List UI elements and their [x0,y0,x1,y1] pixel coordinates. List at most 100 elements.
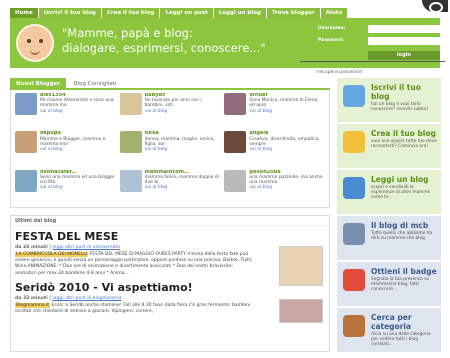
tab-nuovi-blogger[interactable]: Nuovi Blogger [10,78,66,88]
blog-desc: Sono Monica, mamma di Elena, ed apro [249,98,319,109]
sidebar-block-desc: hai un blog e vuoi farlo conoscere? iscr… [371,102,429,113]
badge-icon [343,269,365,291]
sidebar-block-desc: scopri e condividi le esperienze di altr… [371,185,431,201]
nav-leggi-blog[interactable]: Leggi un blog [213,8,266,18]
sidebar-block-title[interactable]: Leggi un blog [371,175,437,184]
sidebar-block-title[interactable]: Iscrivi il tuo blog [371,83,437,101]
nav-leggi-post[interactable]: Leggi un post [160,8,213,18]
main-column: Nuovi Blogger Blog Consigliati alex1354 M… [10,78,330,352]
login-button[interactable]: login [368,51,440,60]
blog-card-text: mammaincom... mamma felice, mamma doppia … [145,170,221,204]
blog-card-text: pollon2008 una mamma pazzoide, ma anche u… [249,170,325,204]
author-link[interactable]: leggi altri post di blogmamma [52,296,121,301]
blog-avatar[interactable] [224,169,247,192]
blog-desc: Mi chiamo Alessandro e sono una mamma mo [40,98,114,109]
blog-link[interactable]: vai al blog [40,185,116,190]
blog-avatar[interactable] [15,131,37,154]
nav-aiuto[interactable]: Aiuto [320,8,348,18]
sidebar-block[interactable]: Ottieni il badge Segnala la tua presenza … [337,262,441,306]
pointer-line [300,61,445,62]
author-link[interactable]: leggi altri post di elenaemato [52,245,120,250]
blog-card[interactable]: alex1354 Mi chiamo Alessandro e sono una … [15,93,116,127]
post-time: da 32 minuti | [15,295,51,301]
sidebar-block[interactable]: Crea il tuo blog vuoi uno spazio tutto tu… [337,124,441,168]
sidebar: Iscrivi il tuo blog hai un blog e vuoi fa… [337,78,441,354]
sidebar-block-desc: rilcia su una delle categorie per vedere… [371,332,431,348]
blog-card[interactable]: nonnacater... Sono una mamma ed una blogg… [15,169,116,204]
nav-iscrivi-blog[interactable]: Iscrivi il tuo blog [38,8,101,18]
pencil-icon [343,131,365,153]
blog-link[interactable]: vai al blog [145,147,221,152]
blog-link[interactable]: vai al blog [249,109,325,114]
blog-card-text: elituer Sono Monica, mamma di Elena, ed a… [249,93,325,127]
sidebar-block[interactable]: Iscrivi il tuo blog hai un blog e vuoi fa… [337,78,441,122]
blog-avatar[interactable] [119,169,142,192]
blog-desc: una mamma pazzoide, ma anche una mamma [249,174,323,186]
blog-tabs: Nuovi Blogger Blog Consigliati [10,78,330,90]
blog-card[interactable]: pollon2008 una mamma pazzoide, ma anche u… [224,169,325,204]
blog-grid: alex1354 Mi chiamo Alessandro e sono una … [10,90,330,208]
blog-card-text: angela Creativa, disordinata, empatica, s… [249,131,325,165]
sidebar-block-desc: vuoi uno spazio tutto tuo dove raccontar… [371,139,437,150]
nav-crea-blog[interactable]: Crea il tuo blog [101,8,160,18]
blog-card-text: tikka donna, mamma, moglie, amica, figlia… [145,131,221,165]
document-icon [343,223,365,245]
password-label: Password: [318,38,345,43]
blog-avatar[interactable] [15,93,37,115]
username-label: Username: [318,26,346,31]
post-title[interactable]: Seridò 2010 - Vi aspettiamo! [15,281,325,294]
sidebar-block-title[interactable]: Cerca per categoria [371,313,437,331]
blog-link[interactable]: vai al blog [40,147,116,152]
blog-card[interactable]: tikka donna, mamma, moglie, amica, figlia… [119,131,221,165]
password-input[interactable] [368,37,440,45]
sidebar-block[interactable]: Leggi un blog scopri e condividi le esper… [337,170,441,214]
sidebar-block-desc: Segnala la tua presenza su mammeche blog… [371,277,430,293]
blog-card[interactable]: elituer Sono Monica, mamma di Elena, ed a… [224,93,325,127]
recent-posts: Ultimi dai blog FESTA DEL MESE da 24 min… [10,215,330,352]
post: Seridò 2010 - Vi aspettiamo! da 32 minut… [11,277,329,323]
blog-link[interactable]: vai al blog [40,109,116,114]
username-input[interactable] [368,25,440,33]
corner-badge-icon [422,0,448,13]
post-source-tag[interactable]: LA COMBRICCOLA DEI MONELLI [15,252,89,257]
sidebar-block-title[interactable]: Il blog di mcb [371,221,437,230]
lost-password-link[interactable]: (recupera password) [316,70,362,75]
blog-desc: Sono una mamma ed una blogger iscritta [40,174,115,186]
sidebar-block-desc: Tutto quello che abbiamo da dirti su mam… [371,231,433,242]
blog-card[interactable]: angela Creativa, disordinata, empatica, s… [224,131,325,165]
sidebar-block-title[interactable]: Crea il tuo blog [371,129,437,138]
blog-link[interactable]: vai al blog [145,185,221,190]
blog-avatar[interactable] [119,131,142,154]
post-body: Blogmamma.it Ecco! a Seridò anche staman… [15,302,255,315]
top-nav: Home Iscrivi il tuo blog Crea il tuo blo… [10,8,348,18]
blog-card[interactable]: okpupo Mamma e Blogger, mamma e mamma mor… [15,131,116,165]
book-icon [343,177,365,199]
tab-blog-consigliati[interactable]: Blog Consigliati [68,78,123,88]
blog-avatar[interactable] [224,93,247,115]
blog-link[interactable]: vai al blog [145,109,221,114]
blog-link[interactable]: vai al blog [249,147,325,152]
blog-avatar[interactable] [15,169,37,192]
nav-trova-blogger[interactable]: Trova blogger [266,8,320,18]
blog-link[interactable]: vai al blog [249,185,325,190]
blog-card[interactable]: babydv Ho lavorato per anni con i bambini… [119,93,221,127]
blog-card-text: alex1354 Mi chiamo Alessandro e sono una … [40,93,116,127]
sidebar-block[interactable]: Cerca per categoria rilcia su una delle c… [337,308,441,352]
category-icon [343,315,365,337]
post: FESTA DEL MESE da 24 minuti | leggi altr… [11,226,329,286]
blog-desc: Ho lavorato per anni con i bambini, ssti [144,98,202,109]
post-excerpt: Ecco! a Seridò anche stamane! Fall alle … [15,302,251,315]
blog-card[interactable]: mammaincom... mamma felice, mamma doppia … [119,169,221,204]
plus-icon [343,85,365,107]
blog-card-text: okpupo Mamma e Blogger, mamma e mamma mor… [40,131,116,165]
blog-card-text: nonnacater... Sono una mamma ed una blogg… [40,170,116,204]
post-title[interactable]: FESTA DEL MESE [15,230,325,243]
blog-avatar[interactable] [119,93,142,115]
sidebar-block-title[interactable]: Ottieni il badge [371,267,437,276]
sidebar-block[interactable]: Il blog di mcb Tutto quello che abbiamo d… [337,216,441,260]
post-source-tag[interactable]: Blogmamma.it [15,302,51,308]
blog-desc: Mamma e Blogger, mamma e mamma mor [40,136,106,147]
post-image[interactable] [279,298,323,323]
nav-home[interactable]: Home [10,8,38,18]
blog-avatar[interactable] [224,131,247,154]
